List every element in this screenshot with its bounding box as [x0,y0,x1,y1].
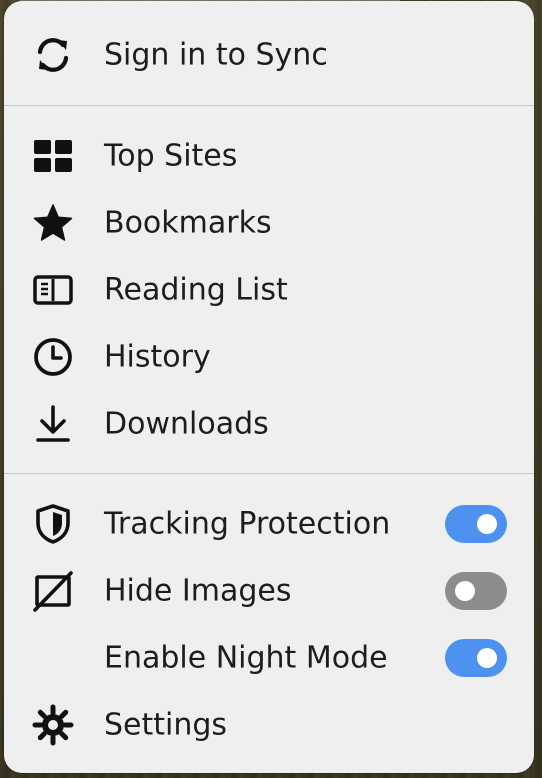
history-clock-icon [32,336,74,378]
menu-item-label: Bookmarks [104,205,272,240]
menu-item-label: Hide Images [104,573,292,608]
sync-icon [32,34,74,76]
menu-item-history[interactable]: History [4,323,534,390]
menu-item-settings[interactable]: Settings [4,691,534,758]
menu-item-reading-list[interactable]: Reading List [4,256,534,323]
menu-item-night-mode[interactable]: Enable Night Mode [4,624,534,691]
app-menu-popover: Sign in to Sync Top Sites Bookmarks Read… [4,1,534,773]
hide-images-icon [32,570,74,612]
menu-item-label: Settings [104,707,228,742]
section-divider [4,105,534,106]
shield-icon [32,503,74,545]
top-sites-icon [32,135,74,177]
section-divider [4,473,534,474]
menu-item-downloads[interactable]: Downloads [4,390,534,457]
menu-item-label: Enable Night Mode [104,640,388,675]
toggle-knob [455,580,475,601]
menu-item-tracking-protection[interactable]: Tracking Protection [4,490,534,557]
toggle-knob [477,513,497,534]
menu-item-label: History [104,339,211,374]
menu-item-sign-in-to-sync[interactable]: Sign in to Sync [4,21,534,88]
menu-item-bookmarks[interactable]: Bookmarks [4,189,534,256]
menu-item-label: Downloads [104,406,269,441]
tracking-protection-toggle[interactable] [445,504,507,543]
menu-item-top-sites[interactable]: Top Sites [4,122,534,189]
bookmark-star-icon [32,202,74,244]
reading-list-icon [32,269,74,311]
night-mode-toggle[interactable] [445,638,507,677]
menu-item-label: Tracking Protection [104,506,391,541]
hide-images-toggle[interactable] [445,571,507,610]
menu-item-hide-images[interactable]: Hide Images [4,557,534,624]
menu-item-label: Sign in to Sync [104,37,328,72]
menu-item-label: Reading List [104,272,288,307]
menu-item-label: Top Sites [104,138,238,173]
download-icon [32,403,74,445]
moon-icon [32,637,74,679]
toggle-knob [477,647,497,668]
gear-icon [32,704,74,746]
